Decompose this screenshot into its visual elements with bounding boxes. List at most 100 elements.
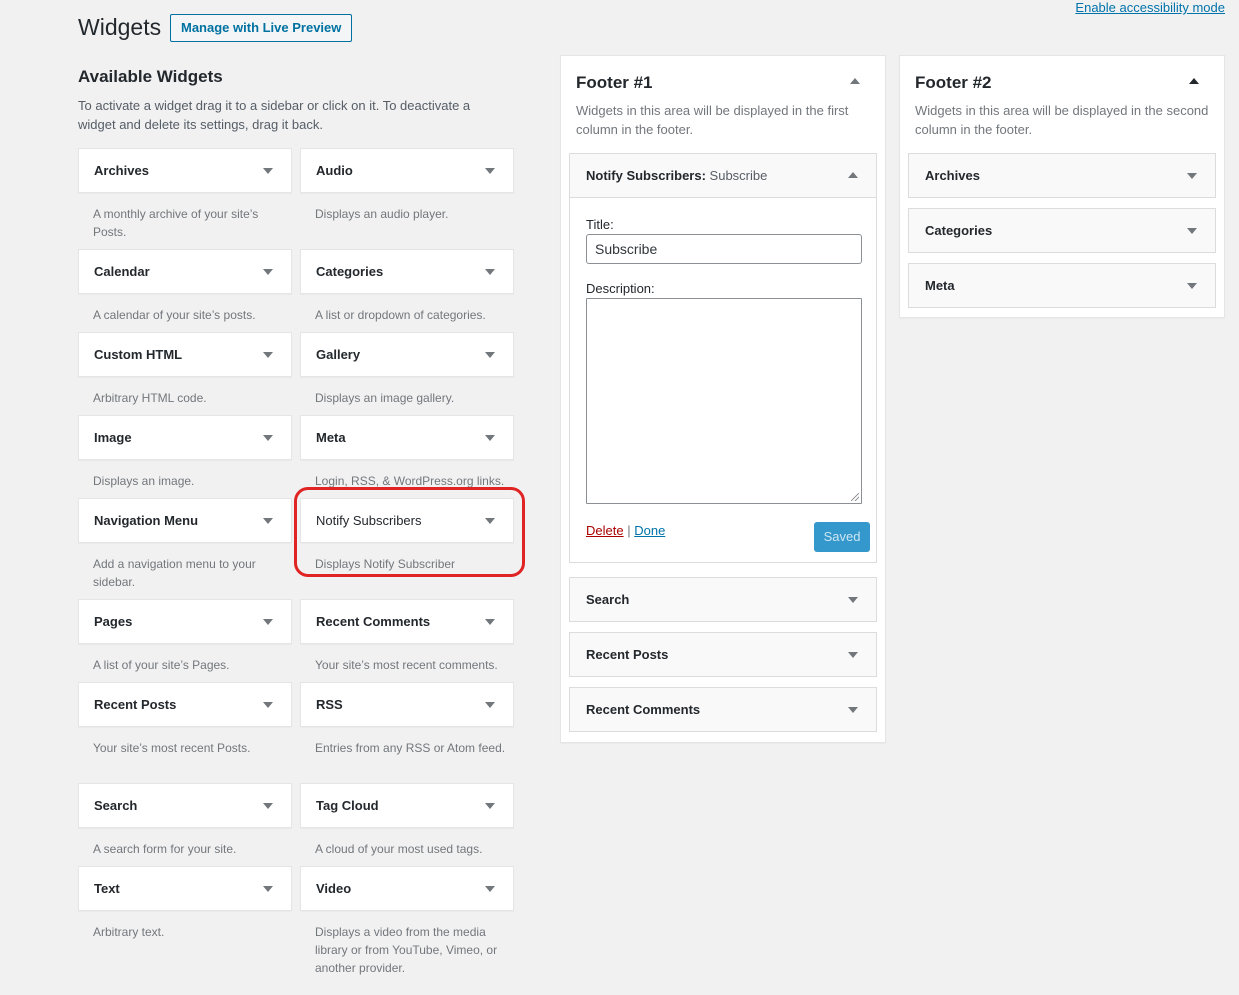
widget-text: Text Arbitrary text. [78,866,292,986]
widget-title: RSS [316,697,343,712]
widget-title: Text [94,881,120,896]
widget-calendar-header[interactable]: Calendar [78,249,292,294]
collapse-arrow-icon[interactable] [850,78,860,84]
widget-notify-subscribers-header[interactable]: Notify Subscribers: Subscribe [570,154,876,198]
widget-rss-header[interactable]: RSS [300,682,514,727]
expand-arrow-icon[interactable] [848,597,858,603]
footer1-widget-recent-posts[interactable]: Recent Posts [569,632,877,677]
expand-arrow-icon[interactable] [263,619,273,625]
manage-live-preview-button[interactable]: Manage with Live Preview [170,14,353,42]
expand-arrow-icon[interactable] [263,886,273,892]
saved-button[interactable]: Saved [814,522,870,552]
expand-arrow-icon[interactable] [485,702,495,708]
widget-tag-cloud: Tag Cloud A cloud of your most used tags… [300,783,514,866]
delete-link[interactable]: Delete [586,523,624,538]
widget-title: Pages [94,614,133,629]
widget-text-header[interactable]: Text [78,866,292,911]
widget-search-header[interactable]: Search [78,783,292,828]
expand-arrow-icon[interactable] [485,886,495,892]
expand-arrow-icon[interactable] [263,518,273,524]
expand-arrow-icon[interactable] [485,435,495,441]
expand-arrow-icon[interactable] [848,707,858,713]
footer2-widget-archives[interactable]: Archives [908,153,1216,198]
collapse-arrow-icon[interactable] [848,172,858,178]
widget-meta: Meta Login, RSS, & WordPress.org links. [300,415,514,498]
expand-arrow-icon[interactable] [263,702,273,708]
widget-recent-comments: Recent Comments Your site’s most recent … [300,599,514,682]
expand-arrow-icon[interactable] [485,269,495,275]
footer2-widget-categories[interactable]: Categories [908,208,1216,253]
widget-video: Video Displays a video from the media li… [300,866,514,986]
widget-title: Calendar [94,264,150,279]
widget-title: Image [94,430,132,445]
widget-meta-header[interactable]: Meta [300,415,514,460]
expand-arrow-icon[interactable] [1187,228,1197,234]
done-link[interactable]: Done [634,523,665,538]
footer1-widget-search[interactable]: Search [569,577,877,622]
widget-actions: Delete | Done [586,523,665,538]
widget-description: Displays an image gallery. [315,391,455,405]
footer1-widget-recent-comments[interactable]: Recent Comments [569,687,877,732]
expand-arrow-icon[interactable] [263,269,273,275]
widget-description: A calendar of your site’s posts. [93,308,256,322]
description-textarea[interactable] [586,298,862,504]
expand-arrow-icon[interactable] [263,168,273,174]
widget-title: Recent Posts [586,647,669,662]
expand-arrow-icon[interactable] [848,652,858,658]
widget-categories-header[interactable]: Categories [300,249,514,294]
title-input[interactable]: Subscribe [586,234,862,264]
widget-navigation-menu-header[interactable]: Navigation Menu [78,498,292,543]
resize-grip-icon[interactable] [851,493,859,501]
widget-image-header[interactable]: Image [78,415,292,460]
expand-arrow-icon[interactable] [263,803,273,809]
widget-notify-subscribers: Notify Subscribers Displays Notify Subsc… [300,498,514,599]
description-label: Description: [586,281,655,296]
expand-arrow-icon[interactable] [485,803,495,809]
widget-title: Video [316,881,352,896]
expand-arrow-icon[interactable] [485,619,495,625]
widget-title: Tag Cloud [316,798,379,813]
widget-title: Archives [94,163,149,178]
widget-title: Gallery [316,347,361,362]
widget-title: Categories [925,223,993,238]
widget-title: Search [586,592,630,607]
widget-recent-posts-header[interactable]: Recent Posts [78,682,292,727]
widget-rss: RSS Entries from any RSS or Atom feed. [300,682,514,783]
widget-custom-html-header[interactable]: Custom HTML [78,332,292,377]
widget-description: A monthly archive of your site’s Posts. [93,207,259,239]
expand-arrow-icon[interactable] [263,352,273,358]
widget-description: Entries from any RSS or Atom feed. [315,741,506,755]
collapse-arrow-icon[interactable] [1189,78,1199,84]
page-title: Widgets [78,14,162,40]
expand-arrow-icon[interactable] [485,518,495,524]
widget-title: Meta [316,430,346,445]
widget-title: Recent Comments [316,614,431,629]
widget-title: Meta [925,278,955,293]
enable-accessibility-mode-link[interactable]: Enable accessibility mode [1075,0,1225,15]
widget-pages-header[interactable]: Pages [78,599,292,644]
widget-audio-header[interactable]: Audio [300,148,514,193]
widget-recent-comments-header[interactable]: Recent Comments [300,599,514,644]
expand-arrow-icon[interactable] [1187,283,1197,289]
footer2-widget-meta[interactable]: Meta [908,263,1216,308]
expand-arrow-icon[interactable] [1187,173,1197,179]
widget-title: Recent Comments [586,702,701,717]
widget-categories: Categories A list or dropdown of categor… [300,249,514,332]
sidebar-description: Widgets in this area will be displayed i… [915,103,1209,137]
widget-description: Add a navigation menu to your sidebar. [93,557,256,589]
widget-notify-subscribers-open: Notify Subscribers: Subscribe Title: Sub… [569,153,877,563]
widget-video-header[interactable]: Video [300,866,514,911]
sidebar-title: Footer #1 [576,73,653,92]
sidebar-footer-1: Footer #1 Widgets in this area will be d… [560,55,886,743]
expand-arrow-icon[interactable] [485,168,495,174]
widget-notify-subscribers-header[interactable]: Notify Subscribers [300,498,514,543]
expand-arrow-icon[interactable] [263,435,273,441]
widget-description: Displays an image. [93,474,195,488]
widget-pages: Pages A list of your site’s Pages. [78,599,292,682]
widget-archives-header[interactable]: Archives [78,148,292,193]
widget-gallery-header[interactable]: Gallery [300,332,514,377]
widget-tag-cloud-header[interactable]: Tag Cloud [300,783,514,828]
expand-arrow-icon[interactable] [485,352,495,358]
widget-title: Categories [316,264,384,279]
widget-description: Login, RSS, & WordPress.org links. [315,474,505,488]
